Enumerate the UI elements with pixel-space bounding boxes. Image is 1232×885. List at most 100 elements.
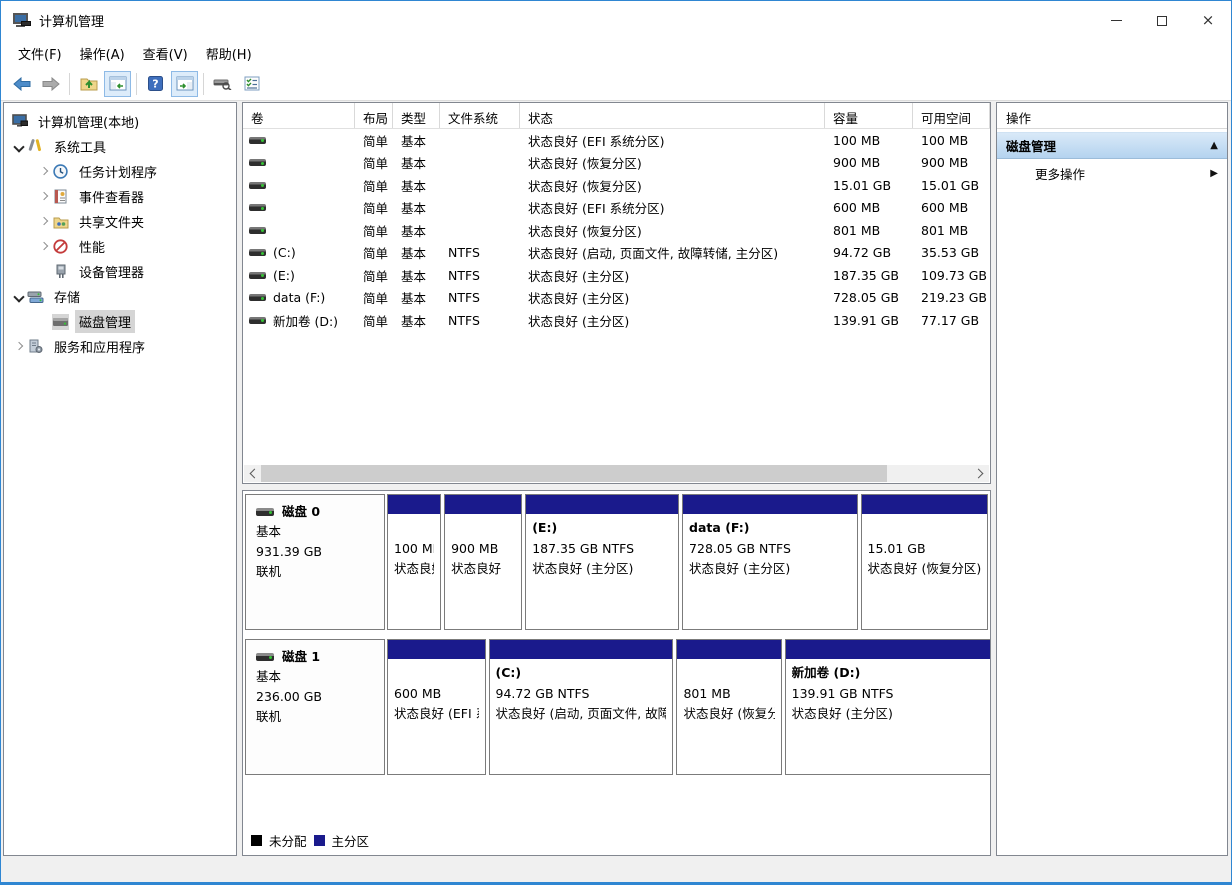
scroll-right-arrow-icon[interactable]: [972, 465, 989, 482]
tree-item-label: 计算机管理(本地): [34, 110, 143, 133]
column-header-status[interactable]: 状态: [520, 103, 825, 128]
tree-item-label: 存储: [50, 285, 84, 308]
horizontal-scrollbar[interactable]: [244, 465, 989, 482]
menu-view[interactable]: 查看(V): [134, 40, 197, 67]
rescan-disks-button[interactable]: [209, 71, 236, 97]
partition-recovery[interactable]: 801 MB 状态良好 (恢复分区): [676, 639, 781, 775]
close-button[interactable]: ×: [1185, 1, 1231, 40]
column-header-volume[interactable]: 卷: [243, 103, 355, 128]
tree-item-shared-folders[interactable]: 共享文件夹: [4, 209, 236, 234]
volume-row[interactable]: 简单 基本 状态良好 (恢复分区) 900 MB 900 MB: [243, 152, 990, 175]
column-header-free-space[interactable]: 可用空间: [913, 103, 990, 128]
menu-help[interactable]: 帮助(H): [197, 40, 261, 67]
volume-layout: 简单: [355, 266, 393, 285]
action-pane-toggle-button[interactable]: [171, 71, 198, 97]
volume-layout: 简单: [355, 311, 393, 330]
svg-text:?: ?: [152, 78, 158, 91]
volume-icon: [249, 159, 266, 166]
column-header-filesystem[interactable]: 文件系统: [440, 103, 520, 128]
more-actions-item[interactable]: 更多操作 ▶: [997, 159, 1227, 187]
chevron-collapsed-icon[interactable]: [36, 189, 52, 205]
partition-recovery2[interactable]: 15.01 GB 状态良好 (恢复分区): [861, 494, 988, 630]
column-header-capacity[interactable]: 容量: [825, 103, 913, 128]
volume-row[interactable]: 简单 基本 状态良好 (EFI 系统分区) 100 MB 100 MB: [243, 129, 990, 152]
volume-layout: 简单: [355, 153, 393, 172]
chevron-collapsed-icon[interactable]: [36, 239, 52, 255]
tree-item-task-scheduler[interactable]: 任务计划程序: [4, 159, 236, 184]
chevron-collapsed-icon[interactable]: [11, 339, 27, 355]
forward-button[interactable]: [37, 71, 64, 97]
task-scheduler-icon: [52, 164, 69, 180]
volume-status: 状态良好 (主分区): [520, 288, 825, 307]
partition-efi[interactable]: 100 MB 状态良好: [387, 494, 441, 630]
volume-row[interactable]: (E:) 简单 基本 NTFS 状态良好 (主分区) 187.35 GB 109…: [243, 264, 990, 287]
tree-item-disk-management[interactable]: 磁盘管理: [4, 309, 236, 334]
storage-icon: [27, 289, 44, 305]
volume-row[interactable]: 新加卷 (D:) 简单 基本 NTFS 状态良好 (主分区) 139.91 GB…: [243, 309, 990, 332]
collapse-section-icon[interactable]: ▲: [1210, 140, 1218, 151]
minimize-button[interactable]: [1093, 1, 1139, 40]
partition-info: 600 MB: [394, 684, 479, 705]
volume-row[interactable]: 简单 基本 状态良好 (恢复分区) 801 MB 801 MB: [243, 219, 990, 242]
column-header-type[interactable]: 类型: [393, 103, 440, 128]
menu-action[interactable]: 操作(A): [71, 40, 134, 67]
chevron-collapsed-icon[interactable]: [36, 214, 52, 230]
legend-unallocated-label: 未分配: [269, 831, 307, 850]
scrollbar-track[interactable]: [261, 465, 972, 482]
volume-status: 状态良好 (EFI 系统分区): [520, 198, 825, 217]
volume-row[interactable]: 简单 基本 状态良好 (恢复分区) 15.01 GB 15.01 GB: [243, 174, 990, 197]
partition-c[interactable]: (C:) 94.72 GB NTFS 状态良好 (启动, 页面文件, 故障转储,…: [489, 639, 674, 775]
volume-type: 基本: [393, 198, 440, 217]
menu-file[interactable]: 文件(F): [9, 40, 71, 67]
volume-row[interactable]: (C:) 简单 基本 NTFS 状态良好 (启动, 页面文件, 故障转储, 主分…: [243, 242, 990, 265]
volume-row[interactable]: 简单 基本 状态良好 (EFI 系统分区) 600 MB 600 MB: [243, 197, 990, 220]
partition-label: [394, 518, 434, 539]
help-button[interactable]: ?: [142, 71, 169, 97]
tree-item-storage[interactable]: 存储: [4, 284, 236, 309]
volume-fs: NTFS: [440, 290, 520, 305]
tree-item-system-tools[interactable]: 系统工具: [4, 134, 236, 159]
window-title: 计算机管理: [39, 11, 104, 30]
chevron-expanded-icon[interactable]: [11, 289, 27, 305]
chevron-expanded-icon[interactable]: [11, 139, 27, 155]
partition-e[interactable]: (E:) 187.35 GB NTFS 状态良好 (主分区): [525, 494, 679, 630]
tree-item-computer-management[interactable]: 计算机管理(本地): [4, 109, 236, 134]
properties-list-button[interactable]: [238, 71, 265, 97]
tree-item-services-applications[interactable]: 服务和应用程序: [4, 334, 236, 359]
maximize-button[interactable]: [1139, 1, 1185, 40]
actions-section-label: 磁盘管理: [1006, 136, 1056, 155]
volume-capacity: 100 MB: [825, 133, 913, 148]
up-level-button[interactable]: [75, 71, 102, 97]
status-bar: [1, 856, 1231, 882]
partition-recovery[interactable]: 900 MB 状态良好: [444, 494, 522, 630]
partition-efi[interactable]: 600 MB 状态良好 (EFI 系统分区): [387, 639, 486, 775]
tree-item-device-manager[interactable]: 设备管理器: [4, 259, 236, 284]
partition-info: 187.35 GB NTFS: [532, 539, 672, 560]
scroll-left-arrow-icon[interactable]: [244, 465, 261, 482]
minimize-icon: [1111, 20, 1122, 21]
partition-type-bar: [786, 640, 991, 661]
tree-item-event-viewer[interactable]: 事件查看器: [4, 184, 236, 209]
volume-row[interactable]: data (F:) 简单 基本 NTFS 状态良好 (主分区) 728.05 G…: [243, 287, 990, 310]
help-icon: ?: [148, 76, 163, 91]
disk-name: 磁盘 0: [282, 502, 320, 522]
disk-0-label[interactable]: 磁盘 0 基本 931.39 GB 联机: [245, 494, 385, 630]
column-header-layout[interactable]: 布局: [355, 103, 393, 128]
partition-d[interactable]: 新加卷 (D:) 139.91 GB NTFS 状态良好 (主分区): [785, 639, 991, 775]
volume-fs: NTFS: [440, 313, 520, 328]
volume-free: 900 MB: [913, 155, 990, 170]
submenu-arrow-icon: ▶: [1210, 168, 1218, 179]
console-tree-toggle-button[interactable]: [104, 71, 131, 97]
chevron-collapsed-icon[interactable]: [36, 164, 52, 180]
actions-pane-title: 操作: [997, 103, 1227, 129]
scrollbar-thumb[interactable]: [261, 465, 887, 482]
partition-data-f[interactable]: data (F:) 728.05 GB NTFS 状态良好 (主分区): [682, 494, 857, 630]
legend-primary-label: 主分区: [332, 831, 370, 850]
back-button[interactable]: [8, 71, 35, 97]
actions-section-disk-management[interactable]: 磁盘管理 ▲: [997, 132, 1227, 159]
tree-item-performance[interactable]: 性能: [4, 234, 236, 259]
toolbar: ?: [1, 67, 1231, 101]
disk-1-label[interactable]: 磁盘 1 基本 236.00 GB 联机: [245, 639, 385, 775]
volume-icon: [249, 272, 266, 279]
device-manager-icon: [52, 264, 69, 280]
